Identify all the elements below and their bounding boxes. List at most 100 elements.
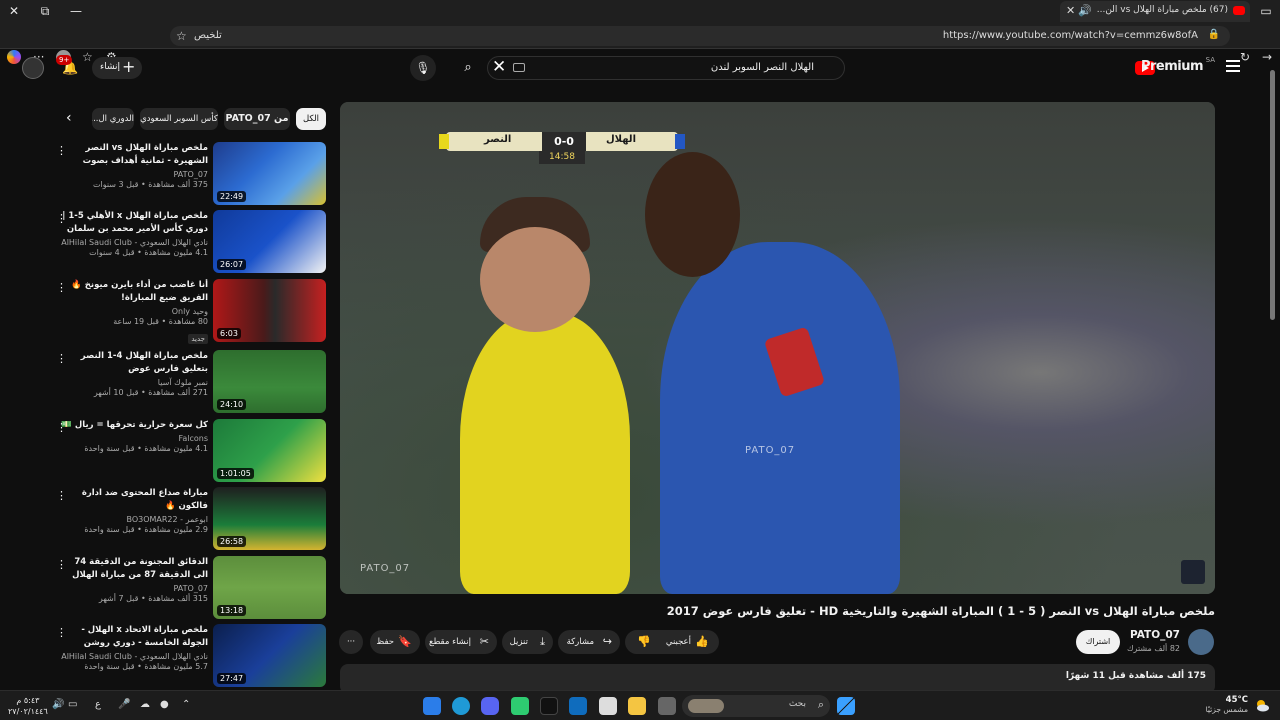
video-title: ملخص مباراة الهلال vs النصر ( 5 - 1 ) ال… [666, 604, 1215, 618]
taskbar-app-icon[interactable] [423, 697, 441, 715]
minimize-icon[interactable]: — [68, 3, 84, 19]
video-thumbnail[interactable]: 6:03 [213, 279, 326, 342]
subscriber-count: 82 ألف مشترك [1126, 644, 1180, 653]
tiktok-icon[interactable] [540, 697, 558, 715]
clear-search-icon[interactable]: ✕ [492, 59, 506, 76]
scissors-icon: ✂ [479, 635, 489, 648]
address-bar: ··· ☆ ⚙ ☆ تلخيص https://www.youtube.com/… [0, 22, 1280, 65]
more-actions-button[interactable]: ··· [339, 630, 363, 654]
weather-widget[interactable]: 45°C مشمس جزئيًا [1206, 695, 1269, 714]
youtube-header: Premium SA الهلال النصر السوبر لندن ✕ ⌕ … [0, 50, 1270, 88]
channel-branding-icon[interactable] [1181, 560, 1205, 584]
video-thumbnail[interactable]: 26:58 [213, 487, 326, 550]
file-explorer-icon[interactable] [628, 697, 646, 715]
windows-start-icon[interactable] [837, 697, 855, 715]
xbox-app-icon[interactable] [511, 697, 529, 715]
chip-all[interactable]: الكل [296, 108, 326, 130]
list-item[interactable]: 26:07 ملخص مباراة الهلال x الأهلي 5-1 | … [46, 210, 326, 276]
discord-icon[interactable] [481, 697, 499, 715]
volume-icon[interactable]: 🔊 [52, 699, 64, 710]
video-thumbnail[interactable]: 13:18 [213, 556, 326, 619]
download-button[interactable]: ⤓ تنزيل [502, 630, 553, 654]
save-button[interactable]: 🔖 حفظ [370, 630, 420, 654]
page-scrollbar[interactable] [1270, 60, 1275, 690]
player-figure-yellow [460, 312, 630, 594]
app-tray-icon[interactable]: ● [160, 699, 169, 710]
list-item[interactable]: 6:03 أنا غاضب من أداء بايرن ميونخ 🔥 الفر… [46, 279, 326, 345]
video-thumbnail[interactable]: 27:47 [213, 624, 326, 687]
outlook-icon[interactable] [569, 697, 587, 715]
notification-badge: 9+ [56, 55, 73, 65]
task-view-icon[interactable] [658, 697, 676, 715]
list-item[interactable]: 24:10 ملخص مباراة الهلال 4-1 النصر بتعلي… [46, 350, 326, 416]
account-avatar[interactable] [22, 57, 44, 79]
video-thumbnail[interactable]: 26:07 [213, 210, 326, 273]
search-input[interactable]: الهلال النصر السوبر لندن [711, 62, 814, 73]
player-head [480, 227, 590, 332]
onedrive-icon[interactable]: ☁ [140, 699, 150, 710]
keyboard-icon[interactable] [513, 63, 525, 72]
more-actions-icon[interactable]: ⋮ [56, 352, 67, 365]
url-field[interactable]: ☆ تلخيص https://www.youtube.com/watch?v=… [170, 26, 1230, 46]
input-language[interactable]: ع [95, 699, 101, 710]
sound-icon[interactable]: 🔊 [1078, 4, 1092, 17]
summarize-label[interactable]: تلخيص [194, 30, 222, 41]
list-item[interactable]: 26:58 مباراة صداع المحتوى ضد ادارة فالكو… [46, 487, 326, 553]
more-actions-icon[interactable]: ⋮ [56, 421, 67, 434]
country-code: SA [1205, 56, 1215, 64]
lock-icon[interactable]: 🔒 [1208, 29, 1220, 40]
list-item[interactable]: 13:18 الدقائق المجنونة من الدقيقة 74 الى… [46, 556, 326, 622]
channel-avatar[interactable] [1188, 629, 1214, 655]
dislike-icon[interactable]: 👎 [637, 630, 651, 654]
chip-super-cup[interactable]: كأس السوبر السعودي [140, 108, 218, 130]
channel-name[interactable]: PATO_07 [1130, 629, 1180, 641]
video-thumbnail[interactable]: 22:49 [213, 142, 326, 205]
search-button[interactable]: ⌕ [450, 56, 486, 80]
video-thumbnail[interactable]: 1:01:05 [213, 419, 326, 482]
close-window-icon[interactable]: ✕ [6, 3, 22, 19]
search-icon: ⌕ [817, 698, 824, 711]
notifications-bell-icon[interactable]: 🔔 9+ [56, 55, 78, 76]
list-item[interactable]: 1:01:05 كل سعرة حرارية تحرقها = ريال 💵 Fa… [46, 419, 326, 485]
list-item[interactable]: 27:47 ملخص مباراة الاتحاد x الهلال - الج… [46, 624, 326, 690]
tab-actions-icon[interactable]: ⧉ [37, 3, 53, 19]
list-item[interactable]: 22:49 ملخص مباراة الهلال vs النصر الشهير… [46, 142, 326, 208]
microphone-icon[interactable]: 🎤 [118, 699, 130, 710]
voice-search-icon[interactable]: 🎙 [410, 55, 436, 81]
like-icon[interactable]: 👍 [695, 630, 709, 654]
more-actions-icon[interactable]: ⋮ [56, 558, 67, 571]
more-actions-icon[interactable]: ⋮ [56, 626, 67, 639]
taskbar-search[interactable]: بحث ⌕ [682, 695, 830, 717]
menu-icon[interactable] [1226, 60, 1240, 72]
more-actions-icon[interactable]: ⋮ [56, 281, 67, 294]
active-tab[interactable]: ✕ 🔊 (67) ملخص مباراة الهلال vs الن... [1060, 1, 1250, 22]
browser-tab-bar: ✕ ⧉ — + ✕ 🔊 (67) ملخص مباراة الهلال vs ا… [0, 0, 1280, 22]
team-right: الهلال [605, 134, 636, 145]
window-layout-icon[interactable]: ▭ [1258, 3, 1274, 19]
more-actions-icon[interactable]: ⋮ [56, 144, 67, 157]
like-dislike-group: 👍 أعجبني 👎 [625, 630, 719, 654]
youtube-favicon-icon [1233, 6, 1245, 15]
favorite-star-icon[interactable]: ☆ [176, 29, 187, 43]
more-actions-icon[interactable]: ⋮ [56, 212, 67, 225]
create-button[interactable]: إنشاء + [92, 57, 142, 79]
watermark-corner: PATO_07 [360, 563, 411, 574]
show-hidden-icons-icon[interactable]: ⌃ [182, 699, 190, 710]
more-actions-icon[interactable]: ⋮ [56, 489, 67, 502]
microsoft-store-icon[interactable] [599, 697, 617, 715]
clip-button[interactable]: ✂ إنشاء مقطع [425, 630, 497, 654]
system-clock[interactable]: ٥:٤٣ م ٢٧/٠٢/١٤٤٦ [8, 695, 48, 717]
subscribe-button[interactable]: اشتراك [1076, 630, 1120, 654]
search-box[interactable]: الهلال النصر السوبر لندن [487, 56, 845, 80]
logo-text: Premium [1140, 59, 1204, 74]
video-thumbnail[interactable]: 24:10 [213, 350, 326, 413]
search-highlight-icon [688, 699, 724, 713]
video-player[interactable]: النصر 0-0 الهلال 14:58 PATO_07 PATO_07 [340, 102, 1215, 594]
like-button[interactable]: أعجبني [666, 630, 691, 654]
network-icon[interactable]: ▭ [68, 699, 77, 710]
share-button[interactable]: ↪ مشاركة [558, 630, 620, 654]
chip-from-channel[interactable]: من PATO_07 [224, 108, 290, 130]
edge-browser-icon[interactable] [452, 697, 470, 715]
close-tab-icon[interactable]: ✕ [1066, 4, 1075, 17]
chip-league[interactable]: الدوري ال... [92, 108, 134, 130]
